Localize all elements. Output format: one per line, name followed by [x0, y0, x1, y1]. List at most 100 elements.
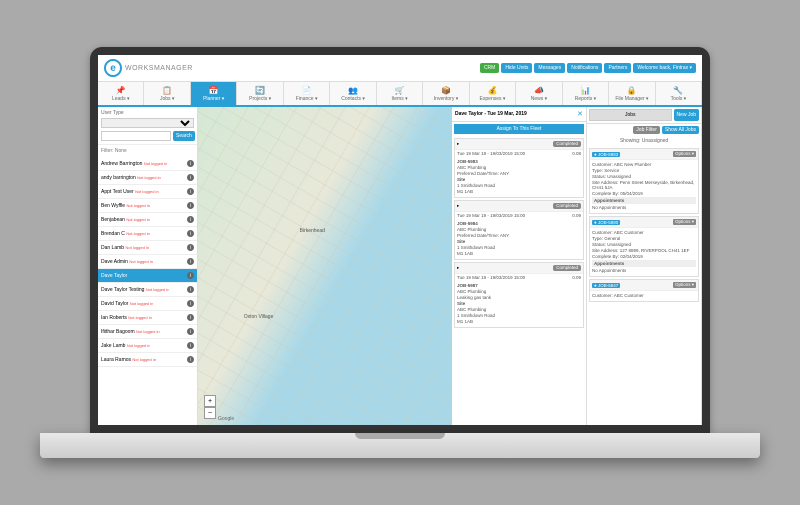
user-row[interactable]: Ben Wyffle Not logged in i: [98, 199, 197, 213]
job-customer: ABC Plumbing: [457, 165, 581, 170]
unassigned-job-card[interactable]: ● JOB-5890Options ▾Customer: ABC Custome…: [589, 216, 699, 277]
job-filter-button[interactable]: Job Filter: [633, 126, 660, 134]
nav-item[interactable]: 💰Expenses ▾: [470, 82, 516, 105]
expand-icon[interactable]: ▸: [457, 203, 459, 209]
nav-item[interactable]: 📋Jobs ▾: [144, 82, 190, 105]
zoom-in-button[interactable]: +: [204, 395, 216, 407]
nav-icon: 📣: [534, 85, 544, 95]
user-status: Not logged in: [127, 343, 151, 348]
info-icon[interactable]: i: [187, 216, 194, 223]
user-row[interactable]: David Taylor Not logged ini: [98, 297, 197, 311]
card-address: Site Address: Penn Street Merseyside, Bi…: [592, 180, 696, 190]
job-addr2: M1 1AB: [457, 251, 581, 256]
show-all-jobs-button[interactable]: Show All Jobs: [662, 126, 699, 134]
new-job-button[interactable]: New Job: [674, 109, 699, 121]
nav-item[interactable]: 📌Leads ▾: [98, 82, 144, 105]
partners-button[interactable]: Partners: [604, 63, 631, 73]
user-search-button[interactable]: Search: [173, 131, 195, 141]
close-icon[interactable]: ✕: [577, 110, 583, 118]
user-row[interactable]: Appt Test User Not logged ini: [98, 185, 197, 199]
user-row[interactable]: andy barrington Not logged ini: [98, 171, 197, 185]
job-card[interactable]: ▸CompletedTue 19 Mar 19 - 19/03/2019 15:…: [454, 200, 584, 260]
nav-item[interactable]: 📦Inventory ▾: [423, 82, 469, 105]
job-addr: 1 Smithdown Road: [457, 183, 581, 188]
info-icon[interactable]: i: [187, 342, 194, 349]
job-addr: 1 Smithdown Road: [457, 245, 581, 250]
user-search-input[interactable]: [101, 131, 171, 141]
user-row[interactable]: Dan Lamb Not logged ini: [98, 241, 197, 255]
user-row[interactable]: Benjabean Not logged ini: [98, 213, 197, 227]
user-row[interactable]: Andrew Barrington Not logged ini: [98, 157, 197, 171]
user-row[interactable]: Ian Roberts Not logged ini: [98, 311, 197, 325]
unassigned-job-card[interactable]: ● JOB-5847Options ▾Customer: ABC Custome…: [589, 279, 699, 302]
nav-item[interactable]: 🔄Projects ▾: [237, 82, 283, 105]
info-icon[interactable]: i: [187, 300, 194, 307]
user-row[interactable]: Dave Taylor i: [98, 269, 197, 283]
nav-icon: 📄: [302, 85, 312, 95]
brand-logo: e WORKSMANAGER: [104, 59, 193, 77]
info-icon[interactable]: i: [187, 160, 194, 167]
expand-icon[interactable]: ▸: [457, 141, 459, 147]
messages-button[interactable]: Messages: [534, 63, 565, 73]
user-filter-label: Filter: None: [98, 145, 197, 157]
user-row[interactable]: Dave Taylor Testing Not logged in i: [98, 283, 197, 297]
job-card[interactable]: ▸CompletedTue 19 Mar 19 - 19/03/2019 15:…: [454, 262, 584, 328]
nav-item[interactable]: 🛒Items ▾: [377, 82, 423, 105]
nav-label: Tools ▾: [671, 96, 687, 102]
info-icon[interactable]: i: [187, 230, 194, 237]
card-complete-by: Complete By: 05/04/2019: [592, 191, 696, 196]
expand-icon[interactable]: ▸: [457, 265, 459, 271]
card-address: Site Address: 127 8899, RIVERPOOL CH41 1…: [592, 248, 696, 253]
job-id-badge: ● JOB-5890: [592, 220, 620, 225]
info-icon[interactable]: i: [187, 258, 194, 265]
job-addr2: M1 1AB: [457, 319, 581, 324]
info-icon[interactable]: i: [187, 174, 194, 181]
info-icon[interactable]: i: [187, 328, 194, 335]
card-status: Status: Unassigned: [592, 242, 696, 247]
hide-units-button[interactable]: Hide Units: [501, 63, 532, 73]
nav-item[interactable]: 👥Contacts ▾: [330, 82, 376, 105]
user-row[interactable]: Laura Ramos Not logged ini: [98, 353, 197, 367]
info-icon[interactable]: i: [187, 272, 194, 279]
job-desc: Leaking gas tank: [457, 295, 581, 300]
nav-label: Inventory ▾: [434, 96, 458, 102]
user-name: Brendan C Not logged in: [101, 231, 150, 237]
user-name: Dave Admin Not logged in: [101, 259, 153, 265]
nav-label: Finance ▾: [296, 96, 318, 102]
user-type-label: User Type: [101, 110, 194, 116]
user-name: Dave Taylor Testing Not logged in: [101, 287, 169, 293]
notifications-button[interactable]: Notifications: [567, 63, 602, 73]
info-icon[interactable]: i: [187, 188, 194, 195]
job-card[interactable]: ▸CompletedTue 19 Mar 19 - 19/03/2019 15:…: [454, 138, 584, 198]
crm-button[interactable]: CRM: [480, 63, 499, 73]
user-name: Ben Wyffle Not logged in: [101, 203, 150, 209]
info-icon[interactable]: i: [187, 314, 194, 321]
user-row[interactable]: Jake Lamb Not logged ini: [98, 339, 197, 353]
options-button[interactable]: Options ▾: [673, 219, 696, 225]
user-type-select[interactable]: [101, 118, 194, 128]
jobs-tab[interactable]: Jobs: [589, 109, 672, 121]
user-row[interactable]: Dave Admin Not logged in i: [98, 255, 197, 269]
options-button[interactable]: Options ▾: [673, 151, 696, 157]
nav-item[interactable]: 📣News ▾: [516, 82, 562, 105]
info-icon[interactable]: i: [187, 244, 194, 251]
info-icon[interactable]: i: [187, 286, 194, 293]
map-view[interactable]: Birkenhead Oxton Village + − Google: [198, 107, 452, 425]
top-bar: e WORKSMANAGER CRM Hide Units Messages N…: [98, 55, 702, 82]
nav-item[interactable]: 📊Reports ▾: [563, 82, 609, 105]
assign-fleet-button[interactable]: Assign To This Fleet: [454, 124, 584, 134]
site-label: Site: [457, 177, 581, 182]
options-button[interactable]: Options ▾: [673, 282, 696, 288]
unassigned-job-card[interactable]: ● JOB-5983Options ▾Customer: ABC New Plu…: [589, 148, 699, 214]
user-row[interactable]: Ifiithar Bagoom Not logged ini: [98, 325, 197, 339]
user-row[interactable]: Brendan C Not logged in i: [98, 227, 197, 241]
zoom-out-button[interactable]: −: [204, 407, 216, 419]
nav-item[interactable]: 🔧Tools ▾: [656, 82, 702, 105]
nav-item[interactable]: 📄Finance ▾: [284, 82, 330, 105]
info-icon[interactable]: i: [187, 356, 194, 363]
info-icon[interactable]: i: [187, 202, 194, 209]
nav-item[interactable]: 📅Planner ▾: [191, 82, 237, 105]
welcome-menu[interactable]: Welcome back, Fintrax ▾: [633, 63, 696, 73]
nav-item[interactable]: 🔒File Manager ▾: [609, 82, 655, 105]
jobs-panel: Jobs New Job Job Filter Show All Jobs Sh…: [587, 107, 702, 425]
